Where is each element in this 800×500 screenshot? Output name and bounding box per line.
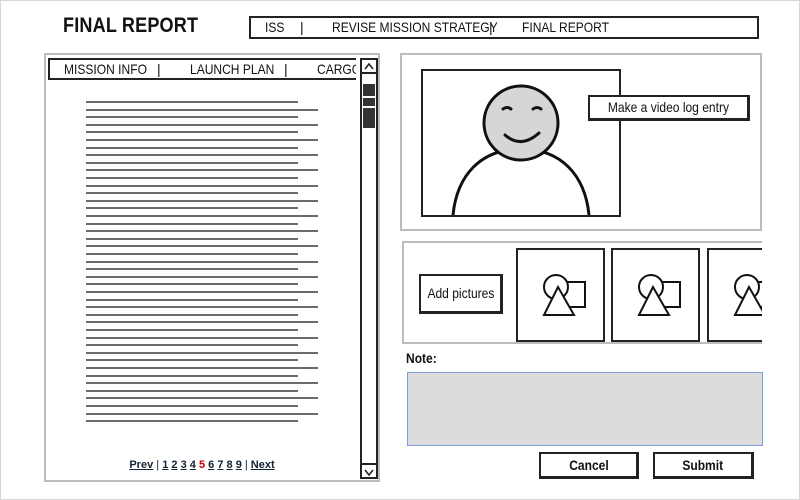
add-pictures-button[interactable]: Add pictures (419, 274, 503, 314)
document-text-line (86, 344, 298, 346)
document-text-lines (86, 101, 322, 423)
submit-button-label: Submit (682, 457, 724, 473)
nav-separator: | (300, 19, 304, 35)
picture-thumbnail[interactable] (707, 248, 762, 342)
pagination-divider: | (156, 459, 160, 471)
document-text-line (86, 238, 298, 240)
document-text-line (86, 192, 298, 194)
pagination-current-page: 5 (198, 459, 206, 471)
pagination: Prev | 1 2 3 4 5 6 7 8 9 | Next (46, 459, 358, 471)
nav-item-iss[interactable]: ISS (265, 19, 284, 35)
video-panel: Make a video log entry (400, 53, 762, 231)
nav-separator: | (489, 19, 493, 35)
document-text-line (86, 245, 318, 247)
pagination-page-8[interactable]: 8 (227, 459, 233, 471)
pagination-prev[interactable]: Prev (129, 459, 153, 471)
document-text-line (86, 306, 318, 308)
document-tabs: MISSION INFO | LAUNCH PLAN | CARGO (48, 58, 356, 80)
pagination-page-2[interactable]: 2 (171, 459, 177, 471)
document-text-line (86, 413, 318, 415)
pictures-panel: Add pictures (402, 241, 762, 344)
note-textarea[interactable] (407, 372, 763, 446)
document-text-line (86, 291, 318, 293)
document-text-line (86, 352, 318, 354)
document-text-line (86, 382, 318, 384)
nav-item-revise-mission-strategy[interactable]: REVISE MISSION STRATEGY (332, 19, 498, 35)
pagination-page-9[interactable]: 9 (236, 459, 242, 471)
chevron-up-icon[interactable] (362, 60, 376, 74)
document-text-line (86, 321, 318, 323)
document-text-line (86, 124, 318, 126)
document-text-line (86, 367, 318, 369)
pagination-page-6[interactable]: 6 (208, 459, 214, 471)
document-text-line (86, 177, 298, 179)
scrollbar-thumb[interactable] (363, 84, 375, 128)
document-text-line (86, 390, 298, 392)
document-text-line (86, 131, 298, 133)
document-text-line (86, 276, 318, 278)
document-text-line (86, 329, 298, 331)
cancel-button-label: Cancel (568, 457, 609, 473)
cancel-button[interactable]: Cancel (539, 452, 639, 479)
document-text-line (86, 261, 318, 263)
document-text-line (86, 375, 298, 377)
document-text-line (86, 101, 298, 103)
top-nav: ISS | REVISE MISSION STRATEGY | FINAL RE… (249, 16, 759, 39)
document-text-line (86, 359, 298, 361)
video-log-button-label: Make a video log entry (607, 99, 730, 115)
document-text-line (86, 314, 298, 316)
pagination-divider: | (244, 459, 248, 471)
document-text-line (86, 200, 318, 202)
avatar-face-icon (451, 84, 591, 215)
document-text-line (86, 283, 298, 285)
tab-launch-plan[interactable]: LAUNCH PLAN (190, 61, 274, 77)
document-panel: MISSION INFO | LAUNCH PLAN | CARGO Prev … (44, 53, 380, 482)
document-text-line (86, 268, 298, 270)
document-text-line (86, 405, 298, 407)
tab-separator: | (284, 61, 288, 77)
document-text-line (86, 147, 298, 149)
tab-cargo[interactable]: CARGO (317, 61, 356, 77)
submit-button[interactable]: Submit (653, 452, 754, 479)
document-text-line (86, 337, 318, 339)
tab-separator: | (157, 61, 161, 77)
pagination-page-3[interactable]: 3 (181, 459, 187, 471)
document-text-line (86, 109, 318, 111)
pagination-page-4[interactable]: 4 (190, 459, 196, 471)
video-log-button[interactable]: Make a video log entry (588, 95, 750, 121)
image-placeholder-icon (637, 274, 681, 316)
document-scrollbar[interactable] (360, 58, 378, 479)
document-text-line (86, 299, 298, 301)
document-text-line (86, 162, 298, 164)
pagination-page-1[interactable]: 1 (162, 459, 168, 471)
add-pictures-button-label: Add pictures (427, 285, 494, 301)
document-text-line (86, 139, 318, 141)
nav-item-final-report[interactable]: FINAL REPORT (522, 19, 609, 35)
page-title: FINAL REPORT (63, 14, 199, 37)
pagination-next[interactable]: Next (251, 459, 275, 471)
video-preview (421, 69, 621, 217)
picture-thumbnail[interactable] (516, 248, 605, 342)
document-text-line (86, 420, 298, 422)
document-text-line (86, 397, 318, 399)
tab-mission-info[interactable]: MISSION INFO (64, 61, 147, 77)
document-text-line (86, 253, 298, 255)
document-text-line (86, 116, 298, 118)
document-text-line (86, 169, 318, 171)
note-label: Note: (406, 350, 437, 366)
chevron-down-icon[interactable] (362, 463, 376, 477)
picture-thumbnail[interactable] (611, 248, 700, 342)
document-text-line (86, 215, 318, 217)
image-placeholder-icon (542, 274, 586, 316)
image-placeholder-icon (733, 274, 762, 316)
document-text-line (86, 207, 298, 209)
document-text-line (86, 154, 318, 156)
document-text-line (86, 223, 298, 225)
document-text-line (86, 230, 318, 232)
document-text-line (86, 185, 318, 187)
pagination-page-7[interactable]: 7 (217, 459, 223, 471)
